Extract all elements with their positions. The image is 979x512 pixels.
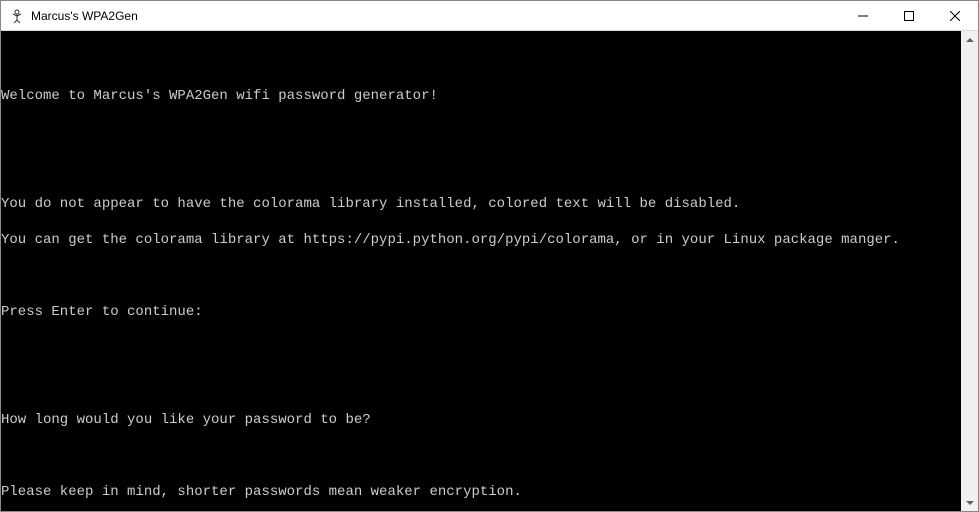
- minimize-button[interactable]: [840, 1, 886, 30]
- console-output[interactable]: Welcome to Marcus's WPA2Gen wifi passwor…: [1, 31, 961, 511]
- window-controls: [840, 1, 978, 30]
- vertical-scrollbar[interactable]: [961, 31, 978, 511]
- console-line: Welcome to Marcus's WPA2Gen wifi passwor…: [1, 87, 961, 105]
- scroll-track[interactable]: [961, 48, 978, 494]
- titlebar: Marcus's WPA2Gen: [1, 1, 978, 31]
- console-line: You can get the colorama library at http…: [1, 231, 961, 249]
- scroll-thumb[interactable]: [961, 48, 978, 494]
- scroll-up-arrow[interactable]: [961, 31, 978, 48]
- console-line: How long would you like your password to…: [1, 411, 961, 429]
- console-line: You do not appear to have the colorama l…: [1, 195, 961, 213]
- console-line: Please keep in mind, shorter passwords m…: [1, 483, 961, 501]
- app-icon: [9, 8, 25, 24]
- console-wrapper: Welcome to Marcus's WPA2Gen wifi passwor…: [1, 31, 978, 511]
- close-button[interactable]: [932, 1, 978, 30]
- console-line: Press Enter to continue:: [1, 303, 961, 321]
- scroll-down-arrow[interactable]: [961, 494, 978, 511]
- window-title: Marcus's WPA2Gen: [31, 9, 840, 23]
- maximize-button[interactable]: [886, 1, 932, 30]
